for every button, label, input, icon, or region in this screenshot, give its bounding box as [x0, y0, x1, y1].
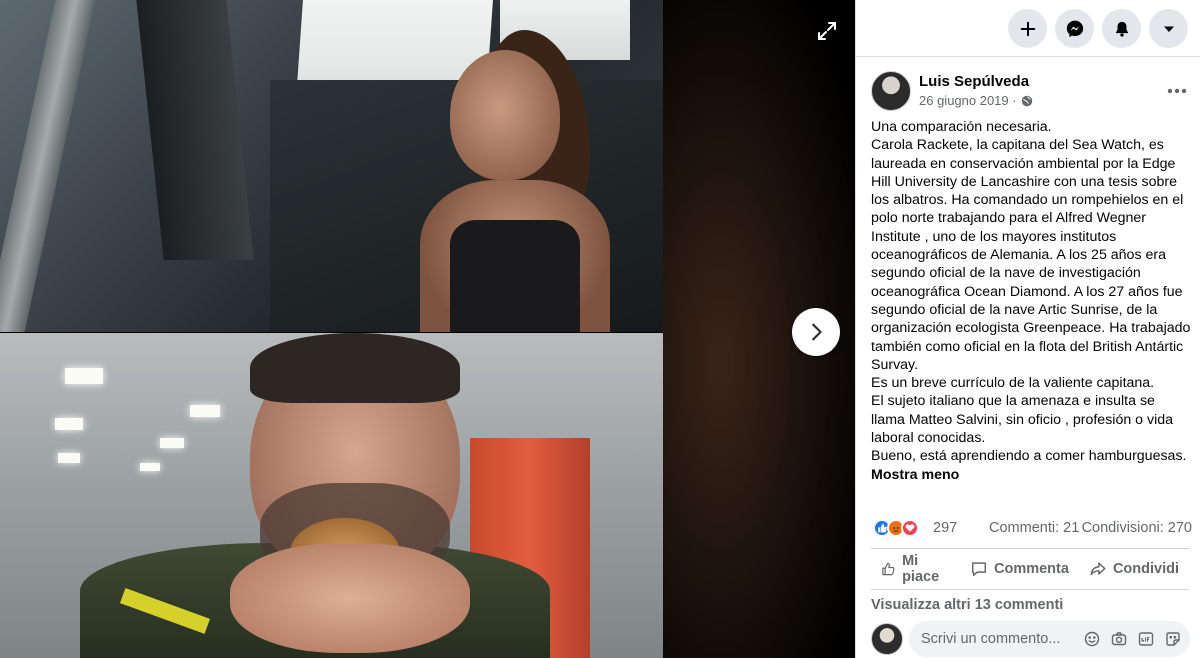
thumbs-up-icon: [882, 562, 895, 576]
emoji-icon[interactable]: [1083, 630, 1101, 648]
comment-placeholder: Scrivi un commento...: [921, 631, 1061, 647]
comment-label: Commenta: [994, 561, 1069, 577]
post-text-line: Es un breve currículo de la valiente cap…: [871, 375, 1155, 392]
notifications-button[interactable]: [1102, 9, 1141, 48]
more-icon: [1167, 88, 1187, 94]
show-less-link[interactable]: Mostra meno: [871, 466, 1191, 484]
post-date-text[interactable]: 26 giugno 2019 ·: [919, 93, 1017, 108]
share-button[interactable]: Condividi: [1079, 552, 1189, 586]
post-actions: Mi piace Commenta Condividi: [871, 552, 1189, 586]
post-options-button[interactable]: [1163, 77, 1191, 105]
sticker-icon[interactable]: [1164, 630, 1182, 648]
post-text-line: Una comparación necesaria.: [871, 119, 1052, 135]
post-text-line: Carola Rackete, la capitana del Sea Watc…: [871, 137, 1191, 373]
like-label: Mi piace: [902, 553, 940, 585]
actions-divider-top: [871, 548, 1189, 549]
comment-composer: Scrivi un commento...: [871, 621, 1191, 657]
photo-ship-bridge: [0, 0, 663, 332]
comment-icon: [971, 562, 987, 577]
plus-icon: [1020, 21, 1035, 36]
user-avatar[interactable]: [871, 623, 903, 655]
account-menu-button[interactable]: [1149, 9, 1188, 48]
comment-tools: [1083, 630, 1182, 648]
bell-icon: [1115, 21, 1128, 37]
messenger-button[interactable]: [1055, 9, 1094, 48]
love-reaction-icon: [901, 519, 919, 537]
camera-icon[interactable]: [1110, 630, 1128, 648]
author-name[interactable]: Luis Sepúlveda: [919, 73, 1029, 90]
share-label: Condividi: [1112, 561, 1179, 577]
man-figure: [60, 333, 550, 658]
reaction-icons[interactable]: [873, 519, 919, 537]
comments-count[interactable]: Commenti: 21: [989, 520, 1079, 536]
woman-figure: [420, 30, 610, 332]
like-button[interactable]: Mi piace: [871, 552, 960, 586]
caret-down-icon: [1163, 26, 1174, 32]
post-body: Una comparación necesaria. Carola Racket…: [871, 118, 1191, 484]
actions-divider-bottom: [871, 589, 1189, 590]
view-more-comments-link[interactable]: Visualizza altri 13 commenti: [871, 597, 1063, 613]
top-toolbar: [1008, 9, 1188, 48]
post-header: Luis Sepúlveda 26 giugno 2019 ·: [871, 71, 1191, 113]
expand-icon[interactable]: [812, 16, 842, 46]
post-date[interactable]: 26 giugno 2019 ·: [919, 93, 1033, 108]
create-button[interactable]: [1008, 9, 1047, 48]
photo-viewer: [0, 0, 855, 658]
chevron-right-icon: [812, 323, 822, 341]
post-text-line: El sujeto italiano que la amenaza e insu…: [871, 393, 1174, 447]
reactions-summary: 297 Commenti: 21 Condivisioni: 270: [871, 518, 1192, 540]
messenger-icon: [1066, 20, 1083, 37]
post-panel: Luis Sepúlveda 26 giugno 2019 · Una comp…: [855, 0, 1200, 658]
share-icon: [1090, 562, 1106, 576]
gif-icon[interactable]: [1137, 630, 1155, 648]
globe-icon: [1021, 95, 1032, 106]
post-text-line: Bueno, está aprendiendo a comer hamburgu…: [871, 448, 1187, 465]
reactions-count[interactable]: 297: [933, 520, 957, 536]
comment-button[interactable]: Commenta: [960, 552, 1079, 586]
author-avatar[interactable]: [871, 71, 911, 111]
header-divider: [856, 56, 1200, 57]
next-photo-button[interactable]: [792, 308, 840, 356]
shares-count[interactable]: Condivisioni: 270: [1082, 520, 1192, 536]
photo-man-eating-burger: [0, 333, 663, 658]
